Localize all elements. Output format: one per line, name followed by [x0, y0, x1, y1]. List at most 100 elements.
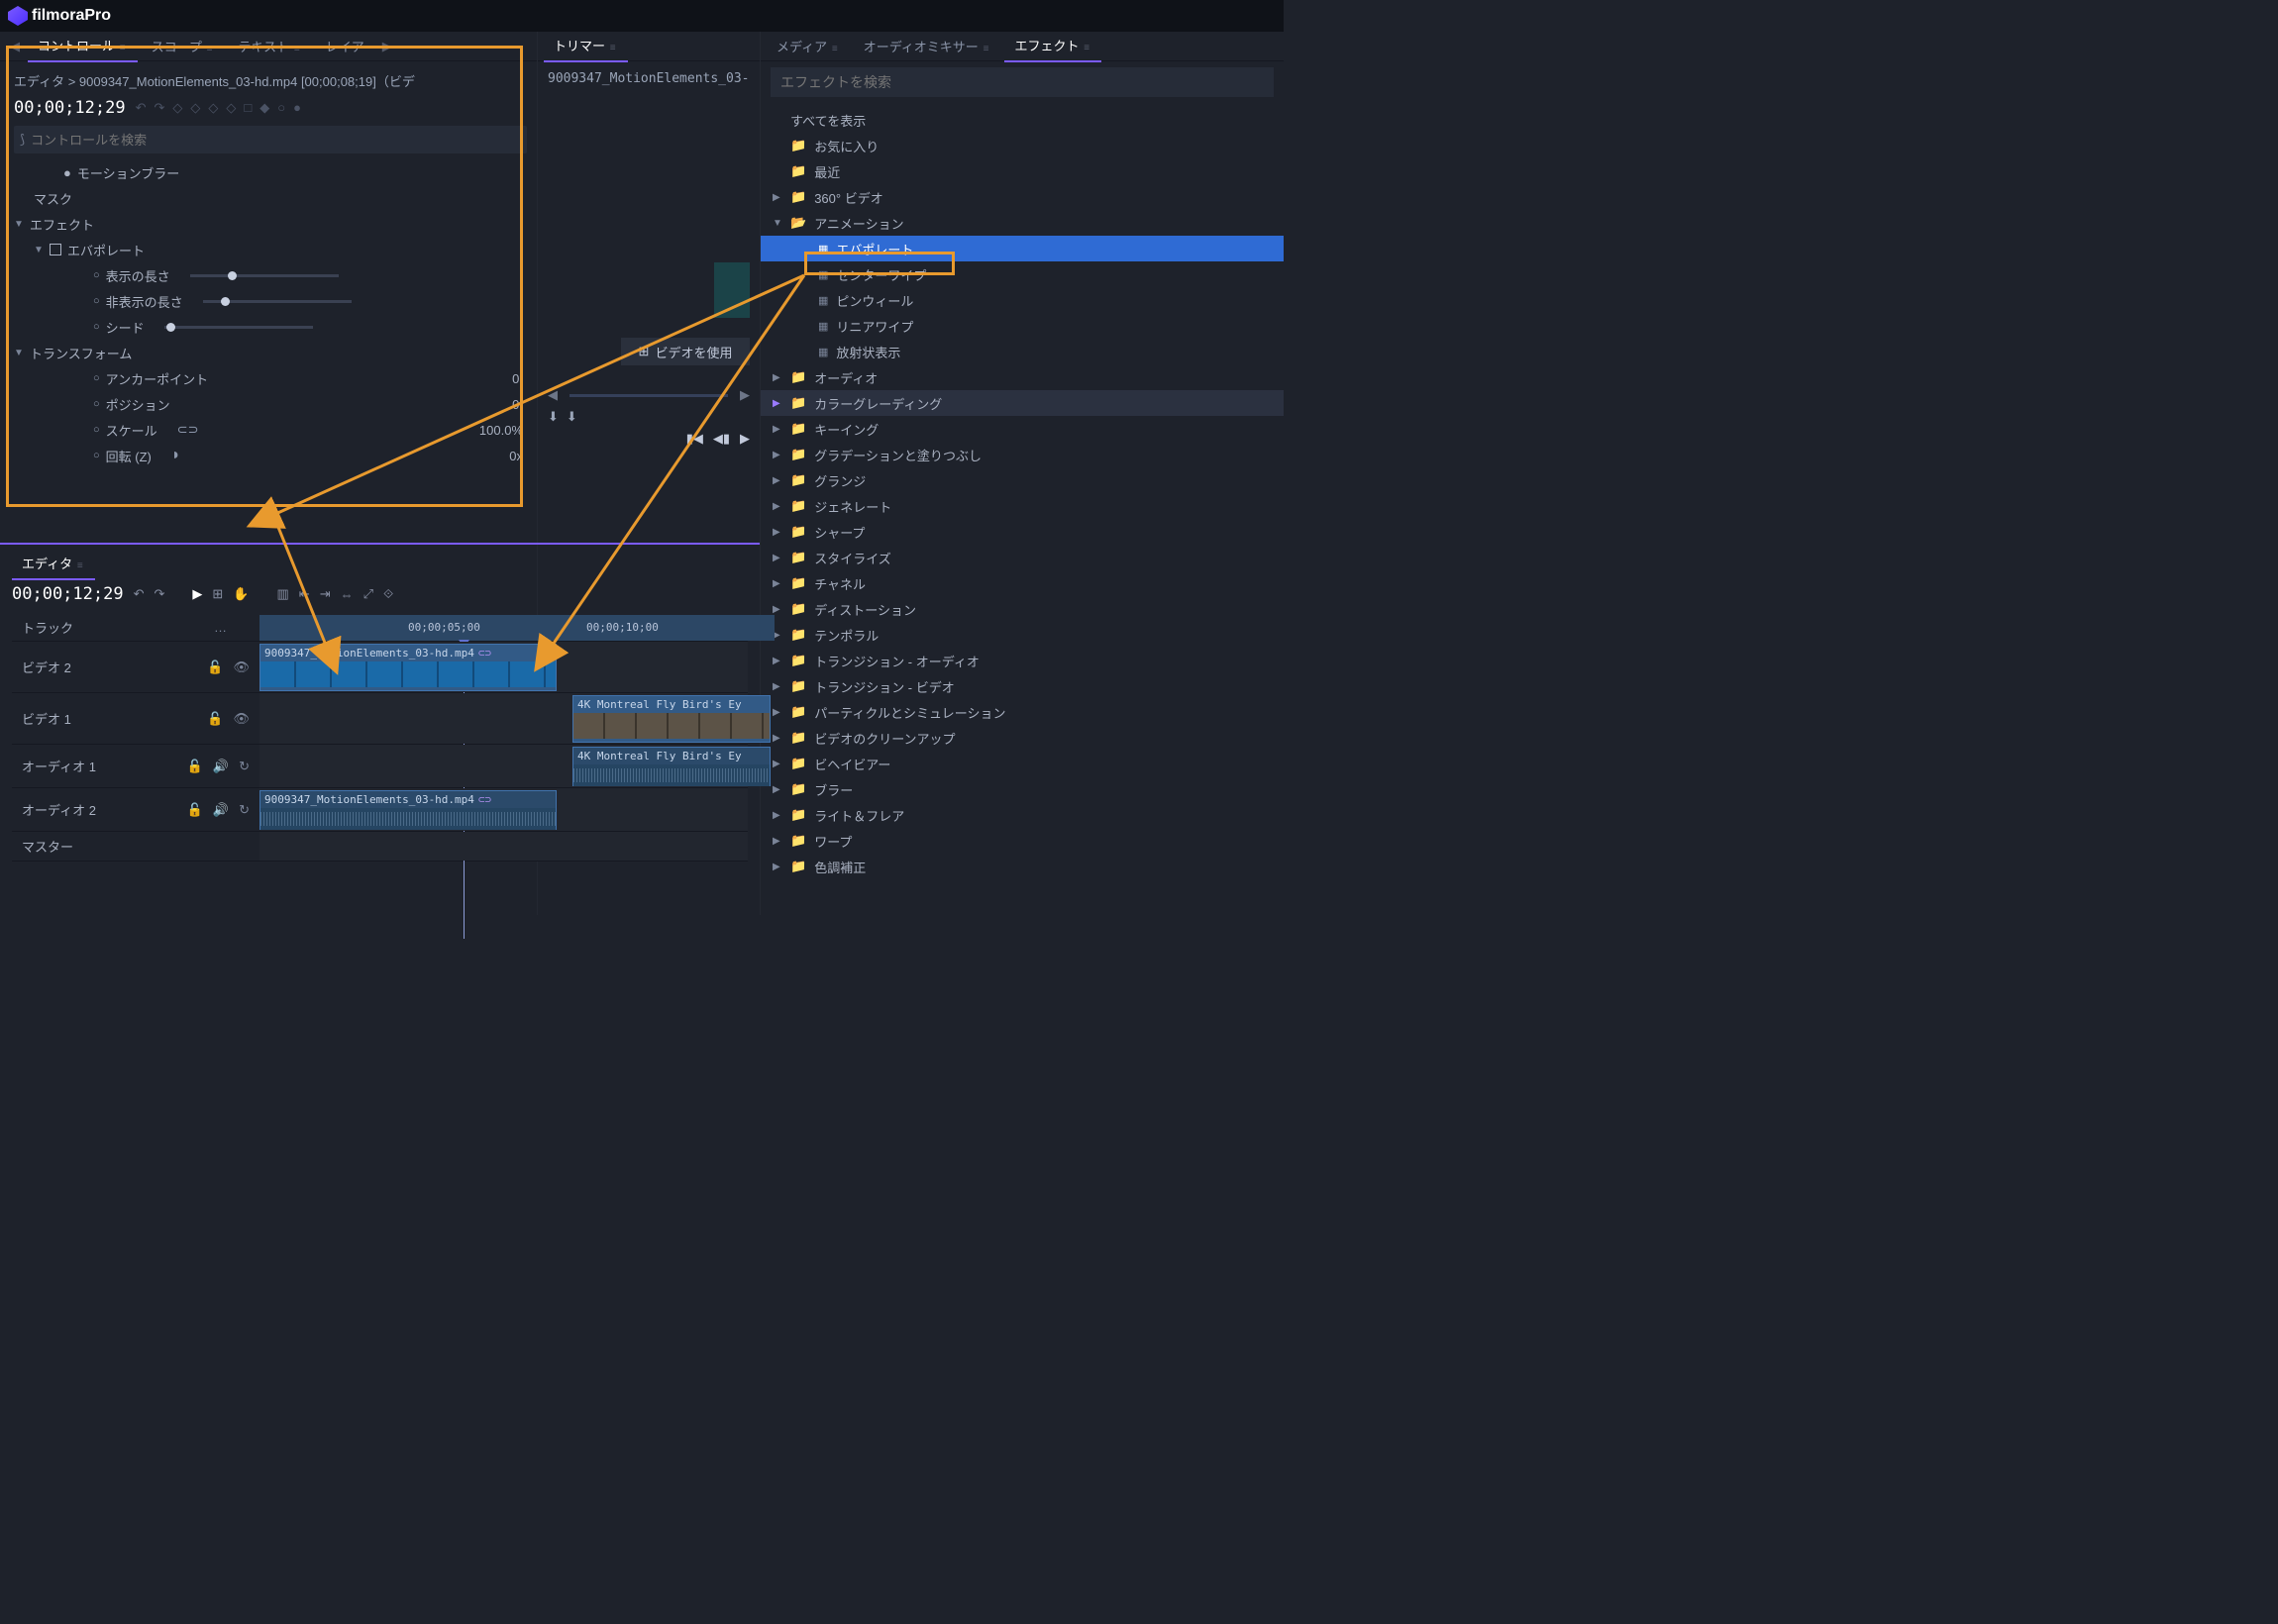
tab-scope[interactable]: スコープ ≡	[142, 31, 225, 61]
tab-trimmer[interactable]: トリマー ≡	[544, 30, 628, 62]
lock-icon[interactable]: 🔓	[187, 802, 203, 818]
keyframe-icon[interactable]: ○	[93, 321, 100, 333]
fx-distortion[interactable]: ▶📁ディストーション	[761, 596, 1284, 622]
clip-audio1[interactable]: 4K Montreal Fly Bird's Ey	[572, 747, 771, 786]
redo-icon[interactable]: ↷	[155, 100, 165, 116]
hide-length-slider[interactable]	[203, 300, 352, 303]
editor-timecode[interactable]: 00;00;12;29	[12, 584, 124, 604]
undo-icon[interactable]: ↶	[136, 100, 147, 116]
goto-end-icon[interactable]: ▶	[740, 387, 750, 403]
fx-generate[interactable]: ▶📁ジェネレート	[761, 493, 1284, 519]
effect-toggle-icon[interactable]	[50, 244, 61, 255]
track-options-icon[interactable]: …	[214, 620, 227, 635]
slice-tool-icon[interactable]: ▥	[277, 586, 289, 602]
kf-next-icon[interactable]: ◇	[208, 100, 218, 116]
lock-icon[interactable]: 🔓	[187, 759, 203, 774]
fx-favorites[interactable]: 📁お気に入り	[761, 133, 1284, 158]
rate-tool-icon[interactable]: ⤢	[363, 586, 373, 602]
prop-scale[interactable]: ○ スケール ⊂⊃ 100.0%	[14, 417, 527, 443]
tab-layer[interactable]: レイア	[316, 31, 374, 61]
insert-icon[interactable]: ⬇	[548, 409, 559, 425]
redo-icon[interactable]: ↷	[155, 586, 165, 602]
tab-scroll-left-icon[interactable]: ◀	[6, 39, 24, 54]
tab-media[interactable]: メディア ≡	[767, 31, 850, 61]
fx-blur[interactable]: ▶📁ブラー	[761, 776, 1284, 802]
fx-keying[interactable]: ▶📁キーイング	[761, 416, 1284, 442]
fx-channel[interactable]: ▶📁チャネル	[761, 570, 1284, 596]
eye-icon[interactable]: 👁	[233, 711, 250, 727]
fx-show-all[interactable]: すべてを表示	[761, 107, 1284, 133]
fx-sharpen[interactable]: ▶📁シャープ	[761, 519, 1284, 545]
fx-temporal[interactable]: ▶📁テンポラル	[761, 622, 1284, 648]
use-video-button[interactable]: ⊞ ビデオを使用	[621, 338, 750, 365]
lock-icon[interactable]: 🔓	[207, 660, 223, 675]
prop-show-length[interactable]: ○ 表示の長さ	[14, 262, 527, 288]
selection-tool-icon[interactable]: ▶	[192, 586, 202, 602]
effects-search[interactable]	[771, 67, 1274, 97]
keyframe-icon[interactable]: ○	[93, 424, 100, 436]
effects-search-input[interactable]	[771, 67, 1274, 97]
filter-icon[interactable]: ⟆	[20, 132, 25, 148]
slip-tool-icon[interactable]: ⇤	[299, 586, 310, 602]
keyframe-icon[interactable]: ○	[93, 398, 100, 410]
kf-prev-icon[interactable]: ◇	[172, 100, 182, 116]
controls-search[interactable]: ⟆	[14, 126, 527, 153]
show-length-slider[interactable]	[190, 274, 339, 277]
tab-audio-mixer[interactable]: オーディオミキサー ≡	[854, 31, 1001, 61]
fx-warp[interactable]: ▶📁ワープ	[761, 828, 1284, 854]
tab-scroll-right-icon[interactable]: ▶	[378, 39, 396, 54]
loop-icon[interactable]: ↻	[239, 759, 250, 774]
kf-square-icon[interactable]: □	[244, 100, 252, 116]
rotation-dial-icon[interactable]: ◗	[171, 447, 181, 464]
scrubber[interactable]	[570, 394, 728, 397]
fx-cleanup[interactable]: ▶📁ビデオのクリーンアップ	[761, 725, 1284, 751]
fx-trans-audio[interactable]: ▶📁トランジション - オーディオ	[761, 648, 1284, 673]
prop-hide-length[interactable]: ○ 非表示の長さ	[14, 288, 527, 314]
prop-position[interactable]: ○ ポジション 0.	[14, 391, 527, 417]
keyframe-icon[interactable]: ○	[93, 450, 100, 461]
prop-seed[interactable]: ○ シード	[14, 314, 527, 340]
eye-icon[interactable]: 👁	[233, 660, 250, 675]
step-back-icon[interactable]: ◀▮	[713, 431, 730, 447]
clip-audio2[interactable]: 9009347_MotionElements_03-hd.mp4⊂⊃	[259, 790, 557, 830]
keyframe-icon[interactable]: ○	[93, 295, 100, 307]
speaker-icon[interactable]: 🔊	[213, 802, 229, 818]
prev-frame-icon[interactable]: ▮◀	[686, 431, 703, 447]
tab-editor[interactable]: エディタ ≡	[12, 548, 95, 580]
fx-trans-video[interactable]: ▶📁トランジション - ビデオ	[761, 673, 1284, 699]
kf-dot-icon[interactable]: ●	[293, 100, 301, 116]
fx-radial[interactable]: ▦放射状表示	[761, 339, 1284, 364]
fx-recent[interactable]: 📁最近	[761, 158, 1284, 184]
fx-behavior[interactable]: ▶📁ビヘイビアー	[761, 751, 1284, 776]
group-mask[interactable]: マスク	[14, 185, 527, 211]
overwrite-icon[interactable]: ⬇	[567, 409, 577, 425]
kf-marker-icon[interactable]: ◇	[226, 100, 236, 116]
fx-linear-wipe[interactable]: ▦リニアワイプ	[761, 313, 1284, 339]
kf-diamond-icon[interactable]: ◆	[259, 100, 269, 116]
fx-pinwheel[interactable]: ▦ピンウィール	[761, 287, 1284, 313]
prop-motion-blur[interactable]: ●モーションブラー	[14, 159, 527, 185]
fx-color-correct[interactable]: ▶📁色調補正	[761, 854, 1284, 879]
fx-animation[interactable]: ▼📂アニメーション	[761, 210, 1284, 236]
goto-start-icon[interactable]: ◀	[548, 387, 558, 403]
slide-tool-icon[interactable]: ⇥	[320, 586, 331, 602]
loop-icon[interactable]: ↻	[239, 802, 250, 818]
speaker-icon[interactable]: 🔊	[213, 759, 229, 774]
fx-stylize[interactable]: ▶📁スタイライズ	[761, 545, 1284, 570]
tab-text[interactable]: テキスト ≡	[229, 31, 312, 61]
fx-center-wipe[interactable]: ▦センターワイプ	[761, 261, 1284, 287]
play-icon[interactable]: ▶	[740, 431, 750, 447]
undo-icon[interactable]: ↶	[134, 586, 145, 602]
group-transform[interactable]: ▼トランスフォーム	[14, 340, 527, 365]
fx-evaporate[interactable]: ▦エバポレート	[761, 236, 1284, 261]
seed-slider[interactable]	[164, 326, 313, 329]
keyframe-icon[interactable]: ○	[93, 269, 100, 281]
fx-gradient[interactable]: ▶📁グラデーションと塗りつぶし	[761, 442, 1284, 467]
tab-effects[interactable]: エフェクト ≡	[1004, 30, 1101, 62]
keyframe-icon[interactable]: ○	[93, 372, 100, 384]
effect-evaporate[interactable]: ▼ エバポレート	[14, 237, 527, 262]
clip-video1[interactable]: 4K Montreal Fly Bird's Ey	[572, 695, 771, 743]
hand-tool-icon[interactable]: ✋	[233, 586, 249, 602]
fx-particle[interactable]: ▶📁パーティクルとシミュレーション	[761, 699, 1284, 725]
group-effects[interactable]: ▼エフェクト	[14, 211, 527, 237]
